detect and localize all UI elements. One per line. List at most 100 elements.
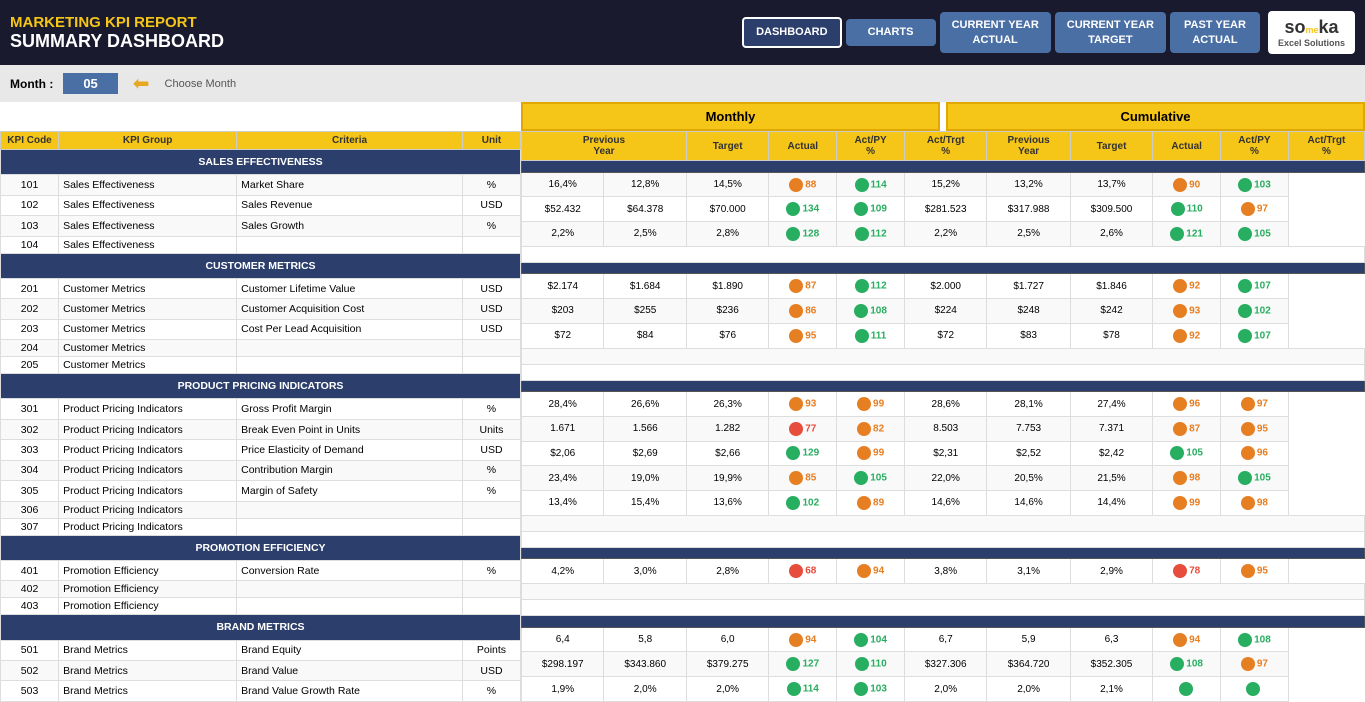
c-target: 3,1%: [987, 559, 1070, 584]
status-badge: [857, 446, 871, 460]
status-badge: [1241, 422, 1255, 436]
m-actual: 19,9%: [686, 466, 768, 491]
col-apy-monthly: Act/PY%: [837, 132, 905, 161]
unit-cell: %: [462, 460, 520, 480]
col-actual-monthly: Actual: [769, 132, 837, 161]
unit-cell: %: [462, 560, 520, 580]
empty-right: [522, 246, 1365, 262]
status-badge: [787, 682, 801, 696]
unit-cell: Points: [462, 640, 520, 660]
c-target: 20,5%: [987, 466, 1070, 491]
c-apy: [1153, 677, 1221, 702]
m-prev-year: 1.671: [522, 416, 604, 441]
c-atgt: 102: [1221, 299, 1289, 324]
m-actual: $76: [686, 323, 768, 348]
unit-cell: [462, 236, 520, 253]
m-actual: $2,66: [686, 441, 768, 466]
c-atgt: [1221, 677, 1289, 702]
m-prev-year: 2,2%: [522, 222, 604, 247]
status-badge: [1173, 633, 1187, 647]
unit-cell: %: [462, 175, 520, 195]
current-year-actual-button[interactable]: CURRENT YEARACTUAL: [940, 12, 1051, 53]
col-prev-year-cumul: PreviousYear: [987, 132, 1070, 161]
status-badge: [857, 422, 871, 436]
c-prev-year: 8.503: [904, 416, 986, 441]
m-apy: 94: [769, 627, 837, 652]
kpi-group-cell: Sales Effectiveness: [59, 195, 237, 215]
criteria-cell: Brand Value Growth Rate: [237, 681, 463, 702]
m-atgt: 94: [837, 559, 905, 584]
status-badge: [786, 227, 800, 241]
col-actual-cumul: Actual: [1153, 132, 1221, 161]
charts-button[interactable]: CHARTS: [846, 19, 936, 45]
status-badge: [1238, 178, 1252, 192]
status-badge: [1238, 633, 1252, 647]
group-header-left: PRODUCT PRICING INDICATORS: [1, 374, 521, 399]
status-badge: [1170, 657, 1184, 671]
status-badge: [789, 329, 803, 343]
group-header-right: [522, 547, 1365, 559]
c-atgt: 95: [1221, 559, 1289, 584]
c-prev-year: 6,7: [904, 627, 986, 652]
status-badge: [786, 202, 800, 216]
kpi-code-cell: 102: [1, 195, 59, 215]
c-apy: 98: [1153, 466, 1221, 491]
m-atgt: 99: [837, 392, 905, 417]
status-badge: [1173, 471, 1187, 485]
m-actual: 14,5%: [686, 172, 768, 197]
m-actual: $379.275: [686, 652, 768, 677]
unit-cell: %: [462, 481, 520, 501]
kpi-group-cell: Product Pricing Indicators: [59, 399, 237, 419]
c-prev-year: $281.523: [904, 197, 986, 222]
status-badge: [854, 202, 868, 216]
c-prev-year: $72: [904, 323, 986, 348]
kpi-group-cell: Sales Effectiveness: [59, 175, 237, 195]
criteria-cell: Customer Acquisition Cost: [237, 299, 463, 319]
kpi-code-cell: 303: [1, 440, 59, 460]
current-year-target-button[interactable]: CURRENT YEARTARGET: [1055, 12, 1166, 53]
col-atgt-monthly: Act/Trgt%: [904, 132, 986, 161]
kpi-code-cell: 306: [1, 501, 59, 518]
m-target: 3,0%: [604, 559, 686, 584]
m-apy: 134: [769, 197, 837, 222]
c-target: $364.720: [987, 652, 1070, 677]
c-apy: 92: [1153, 274, 1221, 299]
criteria-cell: [237, 518, 463, 535]
m-apy: 128: [769, 222, 837, 247]
c-atgt: 97: [1221, 392, 1289, 417]
unit-cell: [462, 340, 520, 357]
m-prev-year: 23,4%: [522, 466, 604, 491]
criteria-cell: [237, 581, 463, 598]
c-actual: 13,7%: [1070, 172, 1152, 197]
m-apy: 87: [769, 274, 837, 299]
criteria-cell: [237, 357, 463, 374]
criteria-cell: Brand Value: [237, 660, 463, 680]
m-target: $255: [604, 299, 686, 324]
status-badge: [1241, 496, 1255, 510]
c-apy: 99: [1153, 490, 1221, 515]
m-prev-year: 6,4: [522, 627, 604, 652]
kpi-code-cell: 501: [1, 640, 59, 660]
dashboard-button[interactable]: DASHBOARD: [742, 17, 842, 47]
c-target: $83: [987, 323, 1070, 348]
kpi-group-cell: Customer Metrics: [59, 299, 237, 319]
c-prev-year: $2.000: [904, 274, 986, 299]
m-prev-year: 16,4%: [522, 172, 604, 197]
c-actual: 2,6%: [1070, 222, 1152, 247]
monthly-label: Monthly: [521, 102, 940, 131]
m-target: 2,0%: [604, 677, 686, 702]
m-actual: 26,3%: [686, 392, 768, 417]
m-prev-year: 13,4%: [522, 490, 604, 515]
status-badge: [786, 446, 800, 460]
past-year-actual-button[interactable]: PAST YEARACTUAL: [1170, 12, 1260, 53]
c-actual: 27,4%: [1070, 392, 1152, 417]
c-apy: 105: [1153, 441, 1221, 466]
c-actual: $78: [1070, 323, 1152, 348]
criteria-cell: [237, 598, 463, 615]
group-header-right: [522, 380, 1365, 392]
status-badge: [855, 279, 869, 293]
status-badge: [855, 657, 869, 671]
status-badge: [789, 564, 803, 578]
kpi-code-cell: 307: [1, 518, 59, 535]
c-atgt: 97: [1221, 652, 1289, 677]
